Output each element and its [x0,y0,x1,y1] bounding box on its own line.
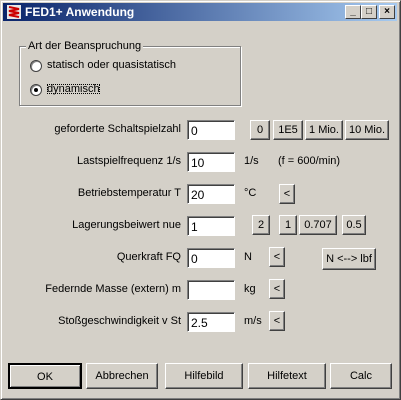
bearing-preset-05-button[interactable]: 0.5 [342,215,366,235]
radio-static[interactable] [30,60,42,72]
maximize-icon: □ [365,6,373,17]
temperature-unit: °C [244,187,257,199]
radio-dynamic[interactable] [30,84,42,96]
title-bar[interactable]: FED1+ Anwendung [3,3,397,21]
minimize-button[interactable]: _ [345,5,361,19]
shear-force-arrow-button[interactable]: < [269,247,285,267]
temperature-label: Betriebstemperatur T [77,187,181,199]
mass-arrow-button[interactable]: < [269,279,285,299]
impact-velocity-arrow-button[interactable]: < [269,311,285,331]
calc-button[interactable]: Calc [330,363,392,389]
shear-force-unit: N [244,251,252,263]
temperature-arrow-button[interactable]: < [279,184,295,204]
cycles-preset-1e5-button[interactable]: 1E5 [273,120,303,140]
radio-dot-icon [34,88,38,92]
cycles-preset-1mio-button[interactable]: 1 Mio. [305,120,343,140]
radio-dynamic-label[interactable]: dynamisch [45,82,102,96]
spring-app-icon [7,5,21,19]
close-icon: × [384,6,390,17]
frequency-label: Lastspielfrequenz 1/s [77,155,181,167]
ok-button[interactable]: OK [8,363,82,389]
load-type-group [19,46,241,106]
cycles-label: geforderte Schaltspielzahl [54,123,181,135]
frequency-note: (f = 600/min) [278,155,341,167]
shear-force-label: Querkraft FQ [116,251,181,263]
help-image-button[interactable]: Hilfebild [165,363,243,389]
frequency-input[interactable]: 10 [187,152,235,172]
bearing-preset-2-button[interactable]: 2 [252,215,270,235]
mass-label: Federnde Masse (extern) m [45,283,181,295]
impact-velocity-unit: m/s [244,315,262,327]
impact-velocity-label: Stoßgeschwindigkeit v St [58,315,181,327]
impact-velocity-input[interactable]: 2.5 [187,312,235,332]
window-title: FED1+ Anwendung [25,5,135,19]
close-button[interactable]: × [379,5,395,19]
bearing-preset-0707-button[interactable]: 0.707 [299,215,337,235]
frequency-unit: 1/s [244,155,259,167]
help-text-button[interactable]: Hilfetext [248,363,326,389]
radio-static-label[interactable]: statisch oder quasistatisch [47,59,176,71]
mass-input[interactable] [187,280,235,300]
temperature-input[interactable]: 20 [187,184,235,204]
unit-convert-button[interactable]: N <--> lbf [322,248,376,270]
mass-unit: kg [244,283,256,295]
shear-force-input[interactable]: 0 [187,248,235,268]
bearing-preset-1-button[interactable]: 1 [279,215,297,235]
load-type-group-title: Art der Beanspruchung [26,40,144,52]
bearing-label: Lagerungsbeiwert nue [72,219,181,231]
cycles-input[interactable]: 0 [187,120,235,140]
maximize-button[interactable]: □ [361,5,377,19]
bearing-input[interactable]: 1 [187,216,235,236]
cycles-preset-10mio-button[interactable]: 10 Mio. [345,120,389,140]
cycles-preset-0-button[interactable]: 0 [250,120,270,140]
minimize-icon: _ [350,6,356,17]
cancel-button[interactable]: Abbrechen [86,363,158,389]
